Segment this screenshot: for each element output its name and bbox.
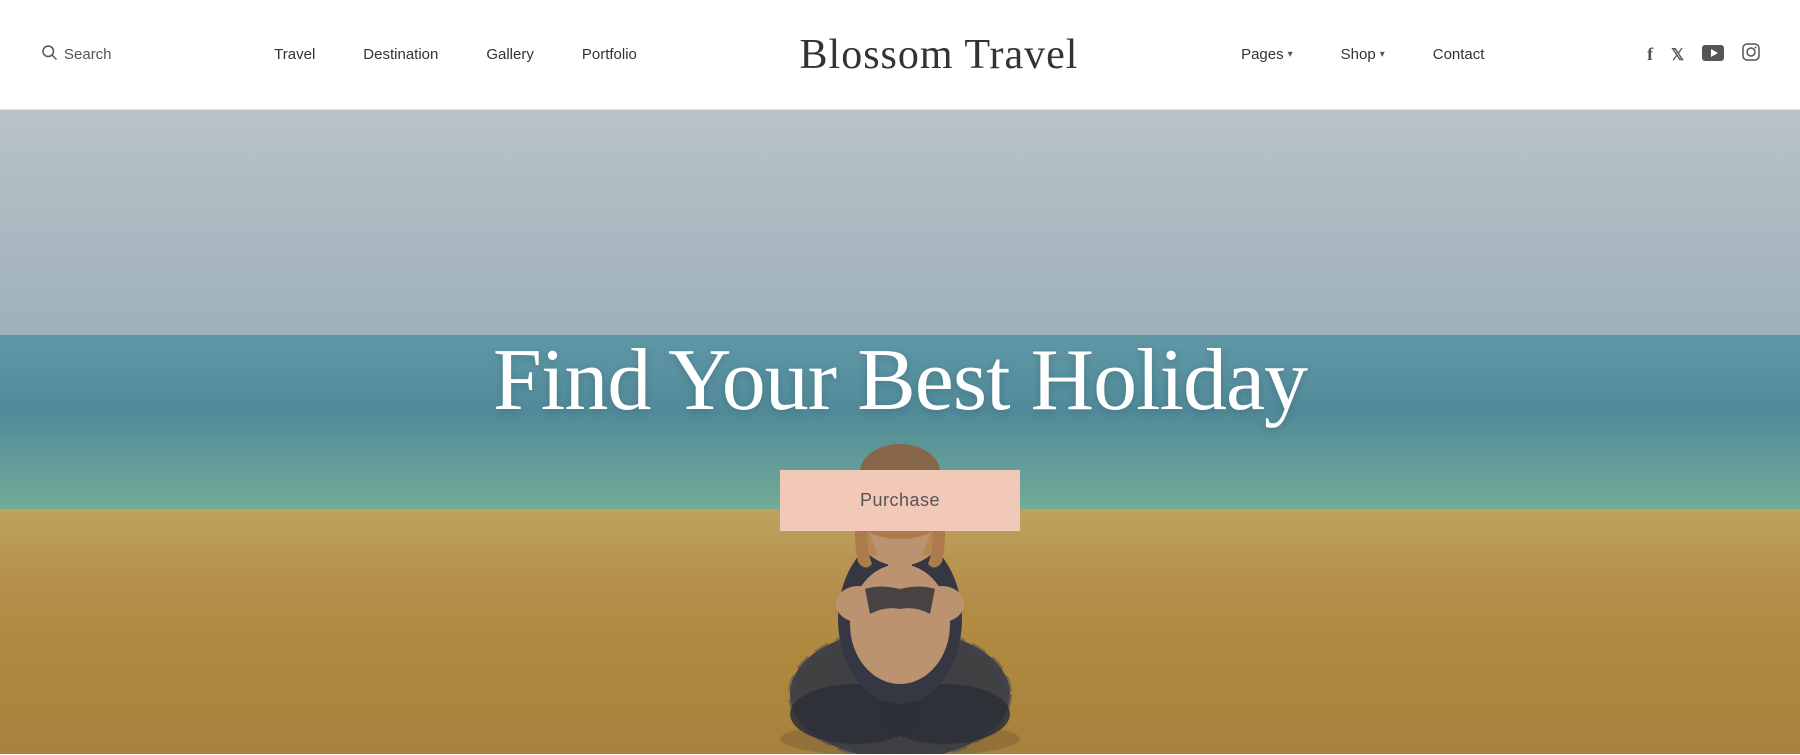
shop-dropdown-arrow: ▾ (1380, 49, 1385, 60)
facebook-icon[interactable]: f (1647, 44, 1653, 65)
hero-section: Find Your Best Holiday Purchase (0, 110, 1800, 754)
left-nav: Travel Destination Gallery Portfolio (274, 46, 637, 63)
search-icon (40, 43, 58, 66)
twitter-icon[interactable]: 𝕏 (1671, 45, 1684, 65)
nav-item-portfolio[interactable]: Portfolio (582, 46, 637, 63)
hero-title: Find Your Best Holiday (493, 333, 1307, 430)
search-area[interactable]: Search (40, 43, 112, 66)
hero-content: Find Your Best Holiday Purchase (0, 110, 1800, 754)
site-logo[interactable]: Blossom Travel (800, 31, 1079, 79)
youtube-icon[interactable] (1702, 45, 1724, 65)
header: Search Travel Destination Gallery Portfo… (0, 0, 1800, 110)
nav-item-contact[interactable]: Contact (1433, 46, 1485, 63)
nav-item-gallery[interactable]: Gallery (486, 46, 534, 63)
nav-item-travel[interactable]: Travel (274, 46, 315, 63)
instagram-icon[interactable] (1742, 43, 1760, 66)
search-label: Search (64, 46, 112, 63)
nav-item-shop[interactable]: Shop ▾ (1341, 46, 1385, 63)
purchase-button[interactable]: Purchase (780, 470, 1020, 531)
pages-dropdown-arrow: ▾ (1288, 49, 1293, 60)
right-nav: Pages ▾ Shop ▾ Contact (1241, 46, 1484, 63)
nav-item-destination[interactable]: Destination (363, 46, 438, 63)
nav-item-pages[interactable]: Pages ▾ (1241, 46, 1293, 63)
social-icons: f 𝕏 (1647, 43, 1760, 66)
